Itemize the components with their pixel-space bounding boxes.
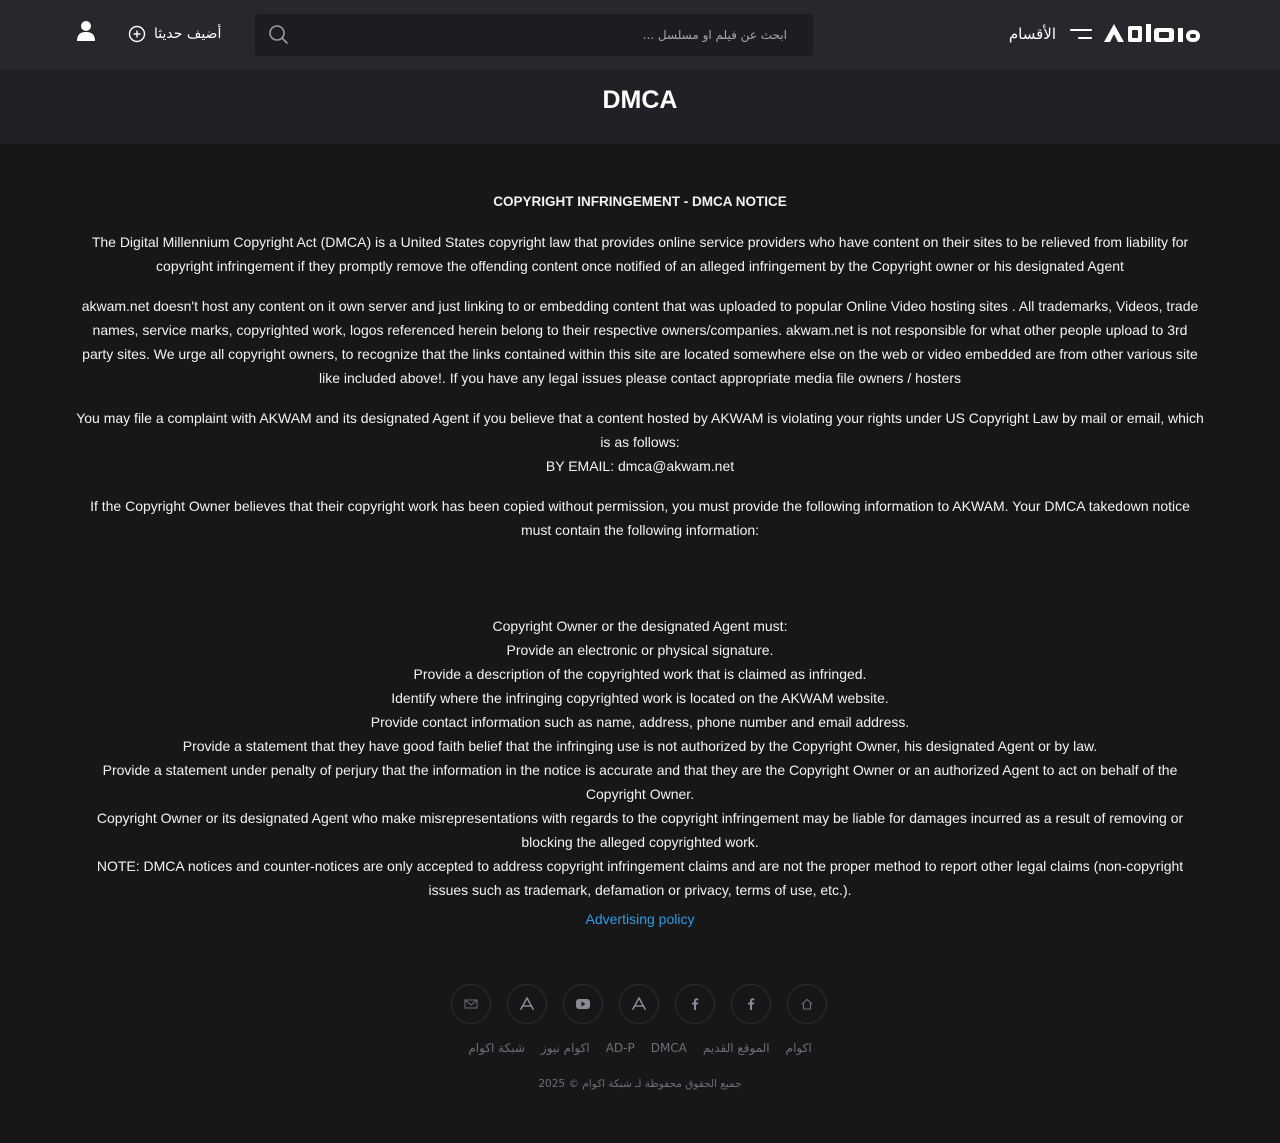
requirement-item: Provide contact information such as name… — [370, 714, 910, 730]
footer-link-akwam-network[interactable]: شبكة اكوام — [468, 1041, 525, 1055]
search-icon[interactable] — [267, 23, 291, 47]
complaint-text: You may file a complaint with AKWAM and … — [76, 410, 1204, 450]
advertising-policy-link[interactable]: Advertising policy — [0, 911, 1280, 927]
footer-link-akwam[interactable]: اكوام — [786, 1041, 812, 1055]
requirements-list: Copyright Owner or the designated Agent … — [76, 614, 1204, 902]
paragraph-dmca-intro: The Digital Millennium Copyright Act (DM… — [91, 234, 1189, 274]
copyright-text: جميع الحقوق محفوظة لـ شبكة اكوام © 2025 — [538, 1078, 742, 1090]
footer-link-akwam-news[interactable]: اكوام نيوز — [541, 1041, 590, 1055]
app-store-icon[interactable] — [507, 984, 547, 1024]
site-logo[interactable] — [1104, 20, 1202, 46]
requirement-item: Provide a statement that they have good … — [182, 738, 1098, 754]
top-header: الأقسام أضيف حديثا — [0, 0, 1280, 70]
plus-circle-icon — [128, 25, 146, 43]
recently-added-label: أضيف حديثا — [154, 26, 222, 42]
dmca-content: COPYRIGHT INFRINGEMENT - DMCA NOTICE The… — [76, 190, 1204, 902]
social-links — [451, 984, 827, 1024]
footer-links: اكوام الموقع القديم DMCA AD-P اكوام نيوز… — [0, 1041, 1280, 1055]
requirement-item: Copyright Owner or the designated Agent … — [492, 618, 788, 634]
footer-link-old-site[interactable]: الموقع القديم — [703, 1041, 770, 1055]
paragraph-hosting-disclaimer: akwam.net doesn't host any content on it… — [81, 298, 1199, 386]
paragraph-takedown-info: If the Copyright Owner believes that the… — [90, 498, 1190, 538]
user-icon[interactable] — [76, 20, 96, 42]
requirement-item: Provide a description of the copyrighted… — [413, 666, 867, 682]
requirement-item: Provide a statement under penalty of per… — [102, 762, 1178, 802]
footer-link-dmca[interactable]: DMCA — [651, 1041, 687, 1055]
hamburger-icon — [1068, 26, 1092, 42]
home-icon[interactable] — [787, 984, 827, 1024]
search-box — [255, 14, 813, 56]
categories-label: الأقسام — [1008, 25, 1056, 43]
categories-menu-toggle[interactable]: الأقسام — [1009, 20, 1092, 48]
youtube-icon[interactable] — [563, 984, 603, 1024]
requirement-item: Identify where the infringing copyrighte… — [391, 690, 889, 706]
dmca-email: BY EMAIL: dmca@akwam.net — [545, 458, 735, 474]
requirement-item: NOTE: DMCA notices and counter-notices a… — [96, 858, 1184, 898]
search-input[interactable] — [299, 14, 803, 56]
paragraph-complaint: You may file a complaint with AKWAM and … — [76, 406, 1204, 478]
page-title: DMCA — [602, 86, 678, 114]
facebook-icon[interactable] — [731, 984, 771, 1024]
mail-icon[interactable] — [451, 984, 491, 1024]
footer-link-ad-p[interactable]: AD-P — [606, 1041, 635, 1055]
recently-added-button[interactable]: أضيف حديثا — [128, 22, 221, 46]
facebook-icon[interactable] — [675, 984, 715, 1024]
requirement-item: Copyright Owner or its designated Agent … — [96, 810, 1184, 850]
app-store-icon[interactable] — [619, 984, 659, 1024]
requirement-item: Provide an electronic or physical signat… — [506, 642, 774, 658]
content-heading: COPYRIGHT INFRINGEMENT - DMCA NOTICE — [493, 194, 787, 209]
